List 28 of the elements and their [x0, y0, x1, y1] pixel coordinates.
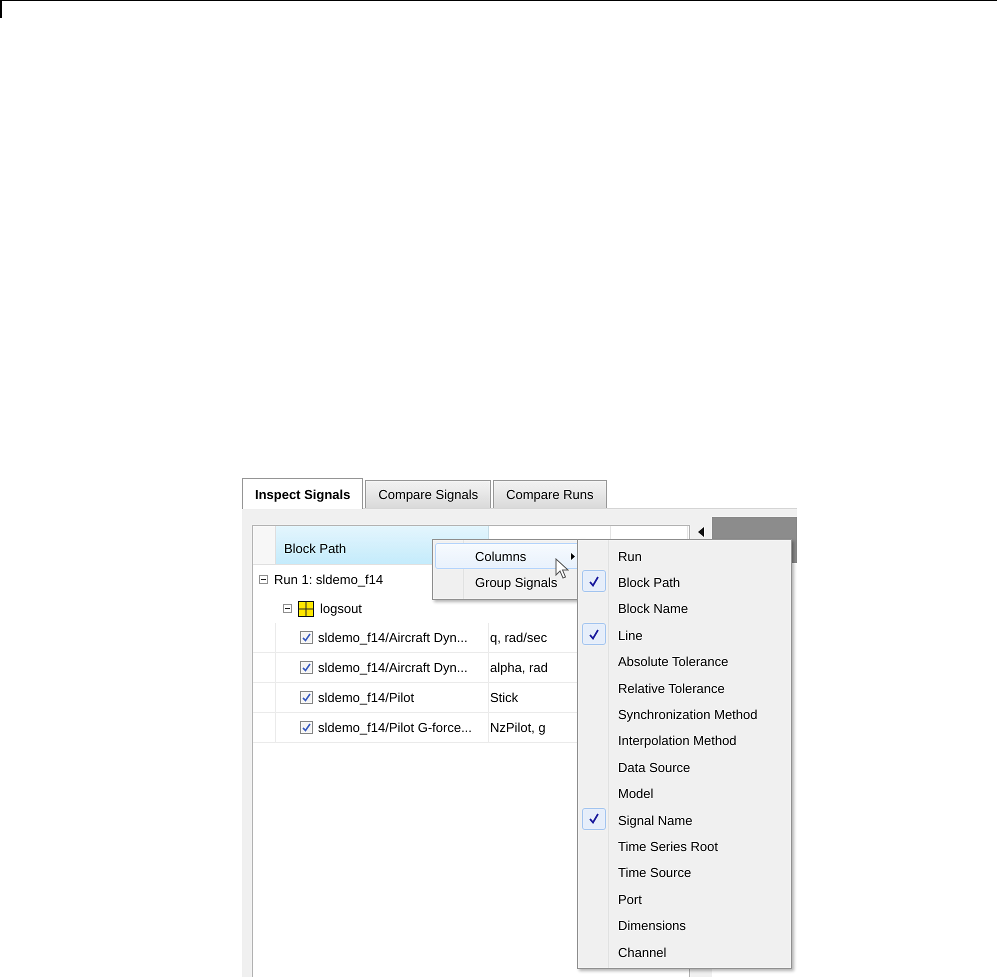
menu-item[interactable]: Dimensions	[580, 912, 789, 939]
block-path-cell: sldemo_f14/Aircraft Dyn...	[318, 660, 468, 675]
grid-icon	[298, 600, 314, 616]
block-path-cell: sldemo_f14/Pilot G-force...	[318, 720, 472, 735]
run-label: Run 1: sldemo_f14	[274, 572, 384, 587]
tab[interactable]: Inspect Signals	[242, 478, 364, 509]
checkbox[interactable]	[300, 661, 313, 674]
menu-item[interactable]: Port	[580, 886, 789, 912]
menu-item[interactable]: Block Path	[580, 569, 789, 596]
tab[interactable]: Compare Runs	[493, 480, 607, 508]
menu-item[interactable]: Data Source	[580, 754, 789, 781]
tab[interactable]: Compare Signals	[365, 480, 492, 508]
menu-item[interactable]: Run	[580, 543, 789, 570]
checkbox[interactable]	[300, 721, 313, 734]
mouse-pointer-icon	[555, 558, 569, 580]
menu-item[interactable]: Time Source	[580, 860, 789, 886]
menu-item[interactable]: Time Series Root	[580, 833, 789, 860]
checkbox[interactable]	[300, 631, 313, 644]
collapse-icon[interactable]	[259, 575, 268, 584]
menu-item[interactable]: Block Name	[580, 596, 789, 622]
checkbox[interactable]	[300, 691, 313, 704]
block-path-cell: sldemo_f14/Aircraft Dyn...	[318, 630, 468, 645]
menu-item[interactable]: Channel	[580, 938, 789, 966]
menu-item[interactable]: Model	[580, 780, 789, 807]
menu-item[interactable]: Signal Name	[580, 806, 789, 834]
block-path-cell: sldemo_f14/Pilot	[318, 690, 414, 705]
collapse-icon[interactable]	[283, 604, 292, 613]
group-label: logsout	[320, 601, 362, 616]
